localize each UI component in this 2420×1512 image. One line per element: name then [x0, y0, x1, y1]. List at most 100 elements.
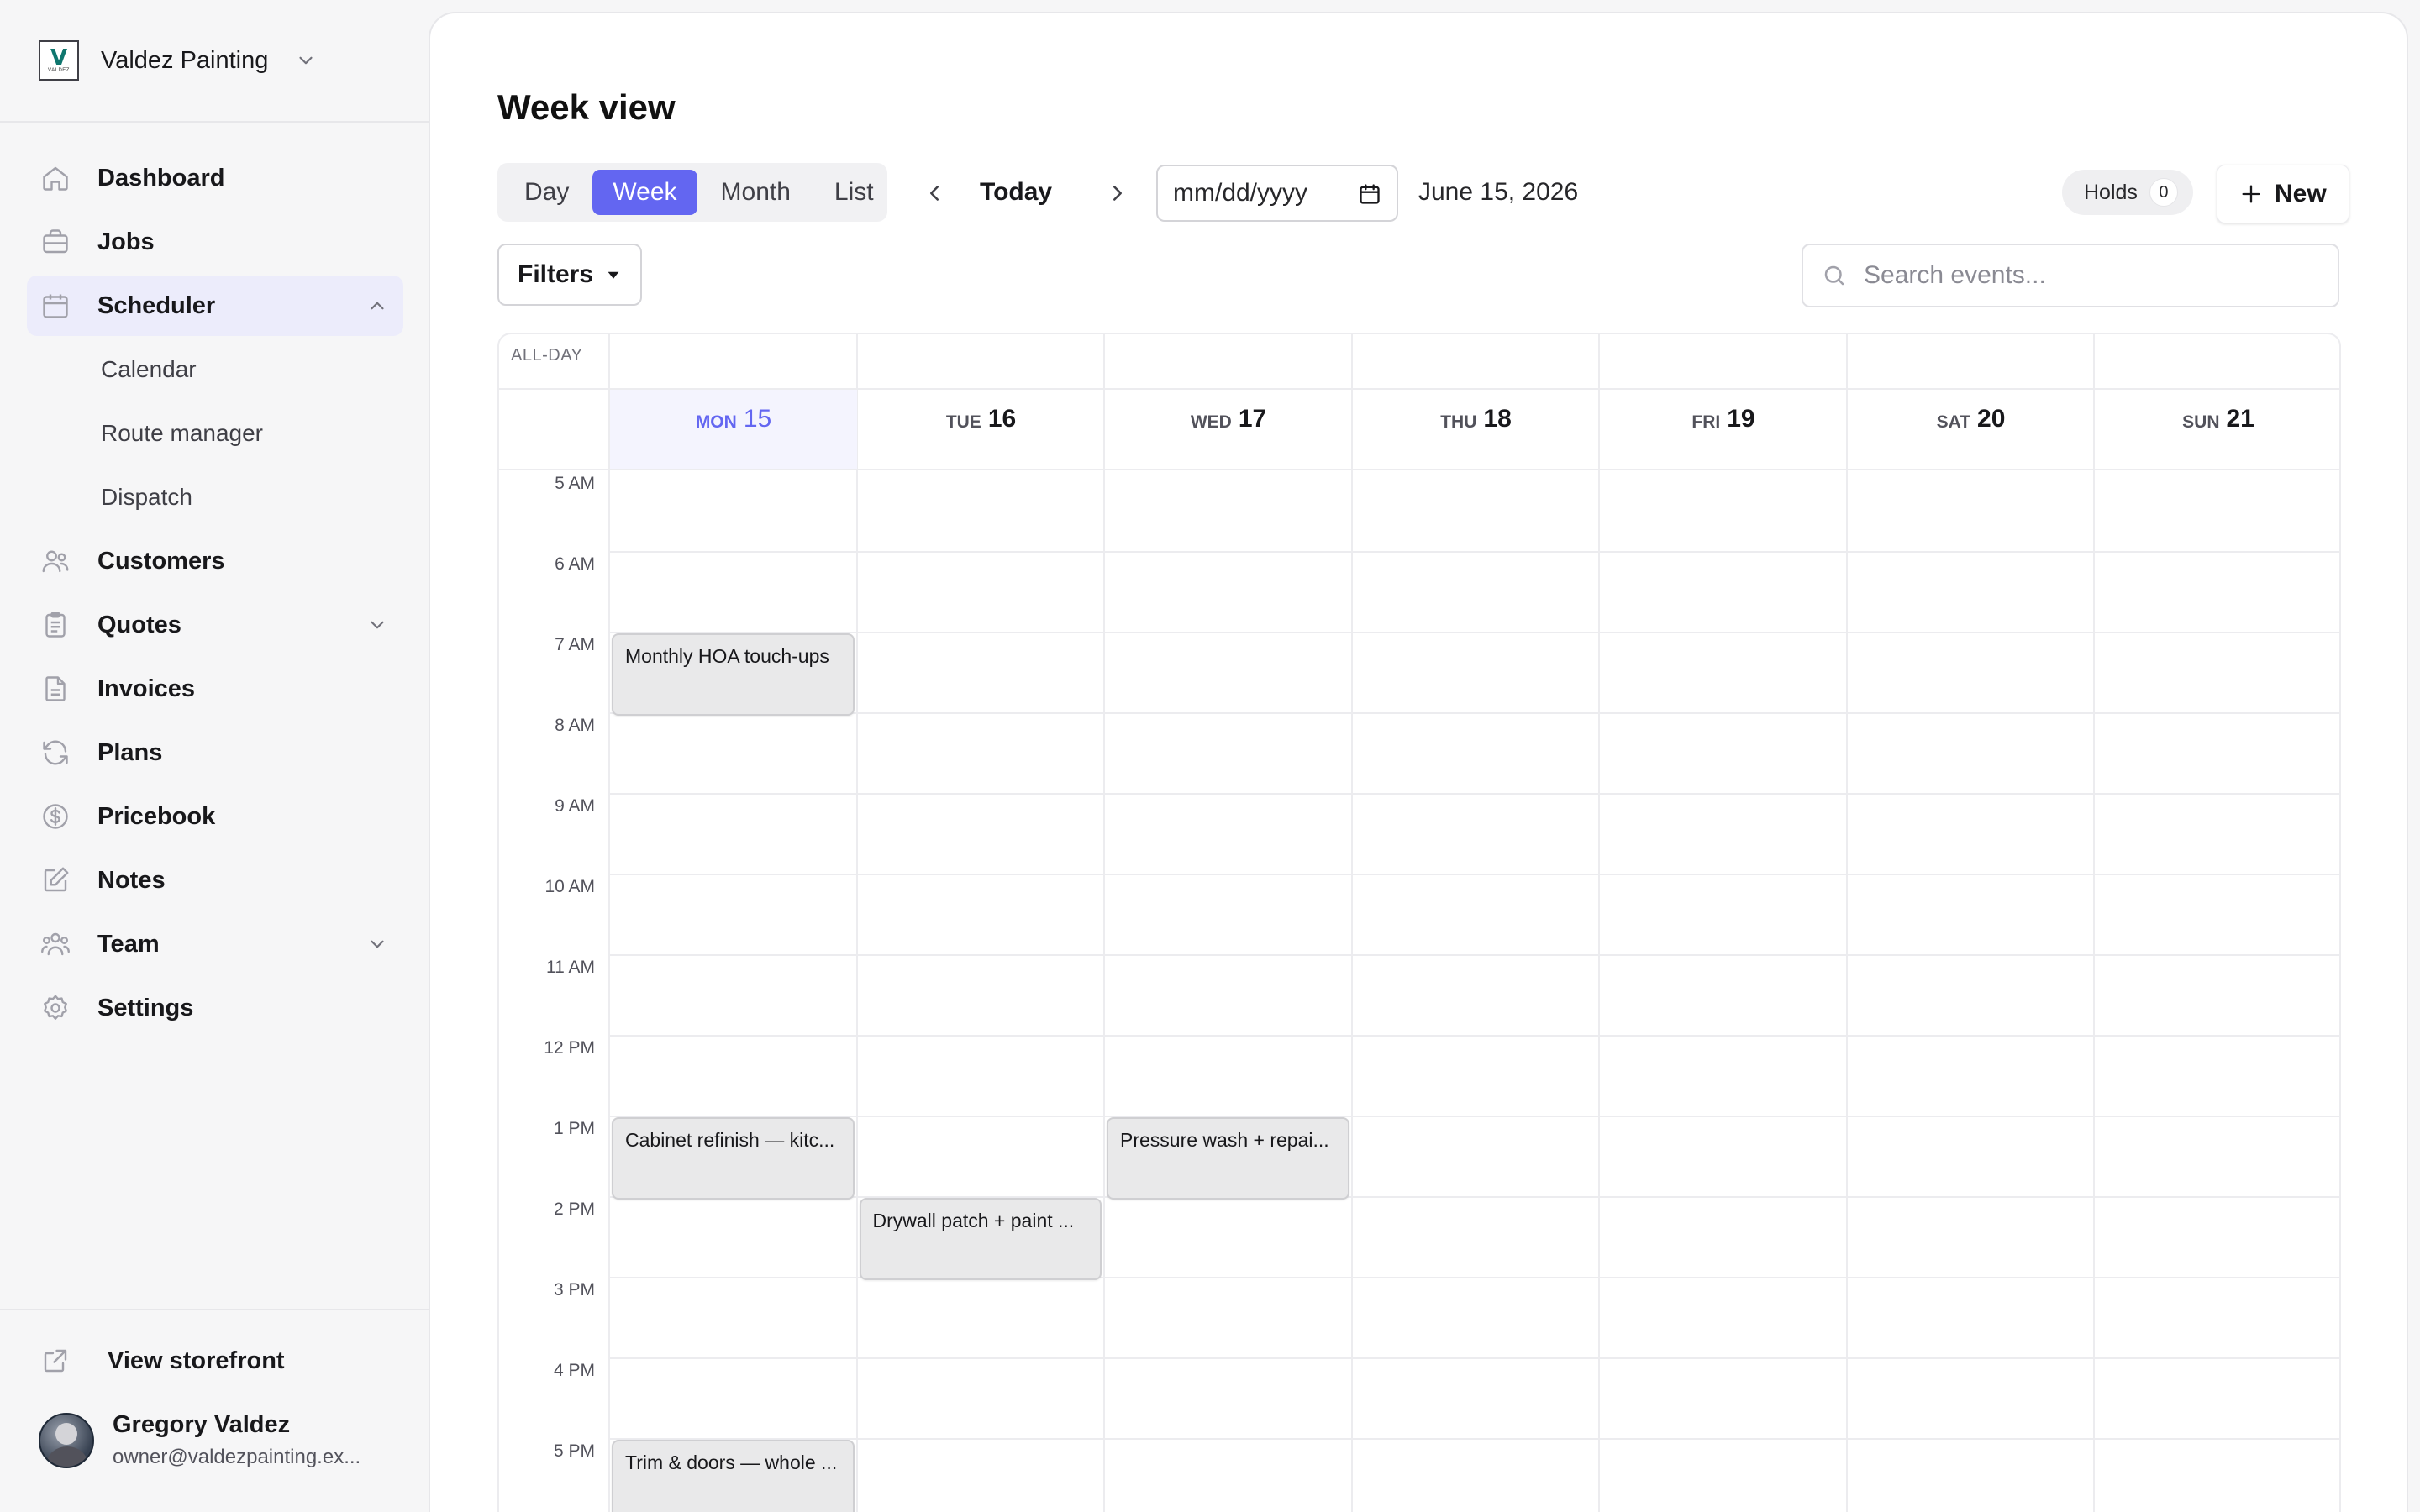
avatar	[39, 1412, 94, 1468]
day-header-tue[interactable]: TUE 16	[858, 390, 1105, 469]
calendar-event[interactable]: Pressure wash + repai...	[1107, 1117, 1349, 1200]
date-picker-input[interactable]: mm/dd/yyyy	[1156, 165, 1398, 222]
day-header-row: MON 15 TUE 16 WED 17 THU 18 FRI 19 SAT 20 SUN 21	[499, 390, 2339, 470]
gear-icon	[40, 993, 71, 1023]
new-event-button[interactable]: New	[2217, 165, 2349, 223]
holds-button[interactable]: Holds 0	[2062, 170, 2193, 215]
previous-week-button[interactable]	[916, 175, 953, 212]
sidebar-subitem-dispatch[interactable]: Dispatch	[27, 467, 403, 528]
view-month-button[interactable]: Month	[701, 170, 811, 215]
sidebar-item-jobs[interactable]: Jobs	[27, 212, 403, 272]
brand-logo: V VALDEZ	[39, 40, 79, 81]
hour-label: 6 AM	[555, 554, 595, 574]
sidebar-item-pricebook[interactable]: Pricebook	[27, 786, 403, 847]
column-divider	[1103, 470, 1105, 1512]
sidebar-item-label: Team	[97, 930, 160, 958]
sidebar-item-label: Customers	[97, 547, 225, 575]
hour-gridline	[608, 1438, 2339, 1440]
chevron-down-icon	[299, 56, 313, 65]
sidebar-item-label: Jobs	[97, 228, 155, 255]
sidebar-subitem-route-manager[interactable]: Route manager	[27, 403, 403, 464]
sidebar-item-label: Settings	[97, 994, 194, 1021]
hour-gridline	[608, 874, 2339, 875]
next-week-button[interactable]	[1099, 175, 1136, 212]
sidebar-item-label: Dashboard	[97, 164, 225, 192]
brand-logo-text: VALDEZ	[48, 68, 70, 73]
sidebar-item-settings[interactable]: Settings	[27, 978, 403, 1038]
brand-logo-letter: V	[50, 45, 68, 71]
day-of-week: WED	[1190, 412, 1232, 432]
hour-label: 1 PM	[553, 1119, 595, 1138]
search-input[interactable]	[1864, 261, 2334, 290]
day-header-wed[interactable]: WED 17	[1105, 390, 1352, 469]
filters-dropdown[interactable]: Filters	[497, 244, 642, 306]
hour-label: 5 PM	[553, 1441, 595, 1461]
sidebar-item-notes[interactable]: Notes	[27, 850, 403, 911]
hour-gridline	[608, 793, 2339, 795]
hour-label: 8 AM	[555, 716, 595, 735]
sidebar-item-label: Notes	[97, 866, 166, 894]
day-of-month: 15	[743, 405, 772, 433]
sidebar-item-plans[interactable]: Plans	[27, 722, 403, 783]
user-menu[interactable]: Gregory Valdez owner@valdezpainting.ex..…	[39, 1411, 398, 1469]
view-storefront-link[interactable]: View storefront	[40, 1346, 285, 1376]
current-date-label: June 15, 2026	[1418, 178, 1579, 206]
column-divider	[1845, 334, 1848, 388]
today-button[interactable]: Today	[980, 173, 1052, 212]
view-switcher: Day Week Month List	[497, 163, 887, 222]
column-divider	[855, 470, 858, 1512]
sidebar-item-dashboard[interactable]: Dashboard	[27, 148, 403, 208]
chevron-down-icon	[371, 621, 384, 629]
all-day-label: ALL-DAY	[511, 346, 583, 365]
view-day-button[interactable]: Day	[504, 170, 589, 215]
view-week-button[interactable]: Week	[592, 170, 697, 215]
calendar-icon[interactable]	[1358, 182, 1381, 206]
home-icon	[40, 163, 71, 193]
external-link-icon	[40, 1346, 71, 1376]
day-of-month: 20	[1977, 405, 2006, 433]
hour-gridline	[608, 551, 2339, 553]
brand-name: Valdez Painting	[101, 46, 269, 74]
calendar-event[interactable]: Trim & doors — whole ...	[612, 1440, 855, 1512]
hour-label: 2 PM	[553, 1200, 595, 1219]
hour-label: 12 PM	[544, 1038, 595, 1058]
day-header-thu[interactable]: THU 18	[1353, 390, 1600, 469]
column-divider	[608, 470, 610, 1512]
day-of-week: SUN	[2182, 412, 2220, 432]
view-list-button[interactable]: List	[814, 170, 894, 215]
chevron-down-icon	[371, 940, 384, 948]
plus-icon	[2242, 185, 2260, 203]
day-header-mon[interactable]: MON 15	[610, 390, 857, 469]
main-panel: Week view Day Week Month List Today mm/d…	[429, 12, 2408, 1512]
sidebar-item-label: Invoices	[97, 675, 196, 702]
briefcase-icon	[40, 227, 71, 257]
hour-gridline	[608, 954, 2339, 956]
calendar-event[interactable]: Monthly HOA touch-ups	[612, 633, 855, 716]
sidebar-item-quotes[interactable]: Quotes	[27, 595, 403, 655]
day-of-month: 18	[1483, 405, 1512, 433]
date-input-placeholder: mm/dd/yyyy	[1173, 179, 1308, 207]
week-calendar: ALL-DAY MON 15 TUE 16 WED 17 THU 18 FRI 19 SAT 20 SU…	[497, 333, 2341, 1512]
day-of-month: 21	[2226, 405, 2254, 433]
sidebar-divider	[0, 121, 429, 123]
sidebar-item-team[interactable]: Team	[27, 914, 403, 974]
day-header-sat[interactable]: SAT 20	[1848, 390, 2095, 469]
day-header-fri[interactable]: FRI 19	[1600, 390, 1847, 469]
workspace-switcher[interactable]: V VALDEZ Valdez Painting	[39, 40, 317, 81]
column-divider	[608, 334, 610, 388]
search-icon	[1824, 265, 1844, 286]
hour-label: 10 AM	[544, 877, 595, 896]
sidebar-item-customers[interactable]: Customers	[27, 531, 403, 591]
day-header-sun[interactable]: SUN 21	[2095, 390, 2339, 469]
caret-down-icon	[608, 271, 619, 279]
hour-gridline	[608, 1116, 2339, 1117]
column-divider	[1598, 470, 1600, 1512]
calendar-event[interactable]: Cabinet refinish — kitc...	[612, 1117, 855, 1200]
day-of-week: MON	[695, 412, 737, 432]
calendar-event[interactable]: Drywall patch + paint ...	[859, 1198, 1102, 1280]
sidebar-item-invoices[interactable]: Invoices	[27, 659, 403, 719]
sidebar-item-scheduler[interactable]: Scheduler	[27, 276, 403, 336]
hour-gridline	[608, 1035, 2339, 1037]
sidebar-subitem-calendar[interactable]: Calendar	[27, 339, 403, 400]
sidebar-item-label: Scheduler	[97, 291, 216, 319]
